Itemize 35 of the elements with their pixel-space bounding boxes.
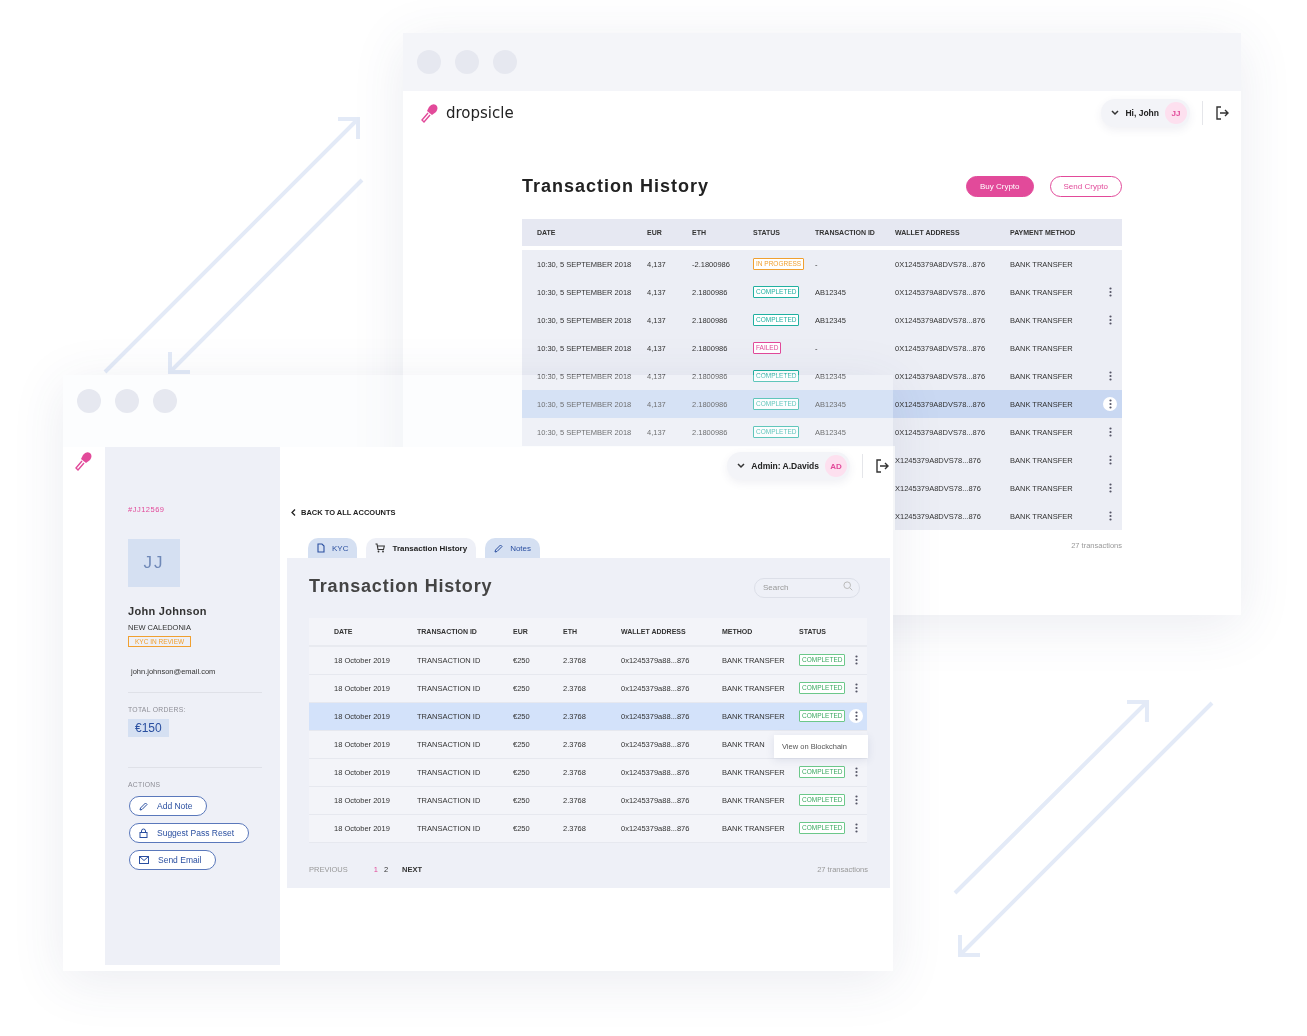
more-options-icon[interactable]	[849, 709, 863, 723]
avatar-initials: JJ	[128, 539, 180, 587]
chevron-left-icon	[291, 509, 296, 516]
tab[interactable]: Transaction History	[366, 538, 477, 558]
avatar-initials: JJ	[1165, 102, 1187, 124]
tab[interactable]: KYC	[308, 538, 358, 558]
customer-name: John Johnson	[128, 605, 207, 617]
envelope-icon	[139, 856, 149, 864]
send-button[interactable]: Send Crypto	[1049, 175, 1122, 197]
tab[interactable]: Notes	[485, 538, 541, 558]
pencil-icon	[494, 543, 504, 553]
buy-button[interactable]: Buy Crypto	[965, 175, 1034, 197]
more-options-icon[interactable]	[1103, 397, 1117, 411]
action-button[interactable]: Send Email	[129, 850, 217, 870]
page-title: Transaction History	[522, 175, 711, 197]
popsicle-logo-icon	[74, 451, 94, 471]
popsicle-logo-icon	[420, 103, 440, 123]
avatar-initials: AD	[825, 455, 847, 477]
action-button[interactable]: Add Note	[129, 796, 208, 816]
document-icon	[317, 543, 325, 553]
user-menu[interactable]: Admin: A.Davids AD	[727, 452, 850, 480]
logout-icon[interactable]	[875, 459, 889, 473]
brand-name: dropsicle	[446, 104, 514, 122]
action-button[interactable]: Suggest Pass Reset	[129, 823, 249, 843]
search-icon	[843, 581, 853, 591]
search-field[interactable]: Search	[754, 577, 860, 598]
lock-icon	[139, 828, 148, 838]
pencil-icon	[139, 801, 148, 811]
chevron-down-icon	[1111, 110, 1120, 116]
chevron-down-icon	[737, 463, 746, 469]
user-menu[interactable]: Hi, John JJ	[1101, 99, 1190, 127]
total-orders-value: €150	[128, 719, 169, 737]
logout-icon[interactable]	[1215, 106, 1229, 120]
cart-icon	[375, 543, 386, 553]
panel-title: Transaction History	[309, 576, 493, 598]
